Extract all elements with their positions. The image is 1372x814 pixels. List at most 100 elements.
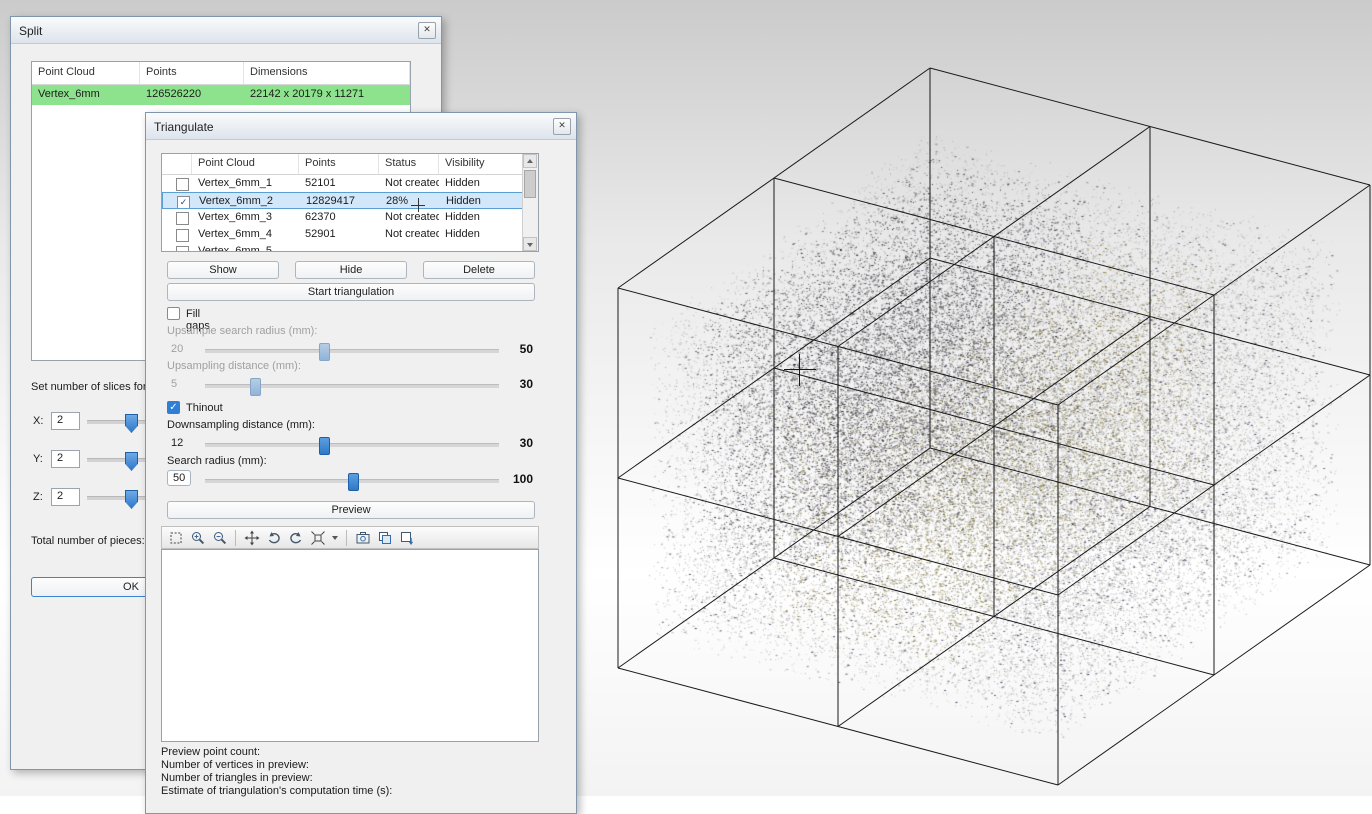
start-triangulation-button[interactable]: Start triangulation: [167, 283, 535, 301]
split-col-point-cloud: Point Cloud: [32, 62, 140, 84]
fill-gaps-checkbox[interactable]: [167, 307, 180, 320]
scroll-up-icon[interactable]: [523, 154, 537, 168]
thinout-checkbox[interactable]: ✓: [167, 401, 180, 414]
axis-y-label: Y:: [33, 453, 43, 465]
cell-visibility: Hidden: [439, 175, 523, 192]
cell-points: 52901: [299, 226, 379, 243]
table-scrollbar[interactable]: [522, 154, 538, 251]
slider-thumb[interactable]: [250, 378, 261, 396]
preview-stats: Preview point count: Number of vertices …: [161, 746, 392, 798]
axis-z-slider-thumb[interactable]: [125, 490, 138, 509]
upsampling-distance-slider[interactable]: 5 30: [167, 375, 535, 393]
cell-status: Not created: [379, 209, 439, 226]
copy-view-icon[interactable]: [375, 529, 394, 547]
cell-visibility: [439, 243, 523, 252]
preview-point-count-label: Preview point count:: [161, 746, 392, 759]
slider-thumb[interactable]: [348, 473, 359, 491]
preview-vertices-label: Number of vertices in preview:: [161, 759, 392, 772]
rotate-cw-icon[interactable]: [286, 529, 305, 547]
split-col-points: Points: [140, 62, 244, 84]
slider-track[interactable]: [205, 443, 499, 447]
axis-x-label: X:: [33, 415, 43, 427]
fit-view-dropdown-icon[interactable]: [332, 536, 338, 540]
table-row[interactable]: Vertex_6mm_1 52101 Not created Hidden: [162, 175, 523, 192]
col-status: Status: [379, 154, 439, 174]
col-checkbox: [162, 154, 192, 174]
cell-points: 62370: [299, 209, 379, 226]
cell-status: Not created: [379, 175, 439, 192]
cell-point-cloud: Vertex_6mm: [32, 85, 140, 105]
slider-max: 100: [513, 472, 533, 486]
split-table-row[interactable]: Vertex_6mm 126526220 22142 x 20179 x 112…: [32, 85, 410, 105]
search-radius-slider[interactable]: 50 100: [167, 470, 535, 488]
scroll-down-icon[interactable]: [523, 237, 537, 251]
cell-point-cloud: Vertex_6mm_5: [192, 243, 299, 252]
preview-toolbar: [161, 526, 539, 549]
cell-visibility: Hidden: [439, 209, 523, 226]
scrollbar-thumb[interactable]: [524, 170, 536, 198]
axis-x-slider-thumb[interactable]: [125, 414, 138, 433]
hide-button[interactable]: Hide: [295, 261, 407, 279]
slider-track[interactable]: [205, 349, 499, 353]
table-row[interactable]: Vertex_6mm_4 52901 Not created Hidden: [162, 226, 523, 243]
cell-status: Not created: [379, 226, 439, 243]
axis-z-value[interactable]: 2: [51, 488, 80, 506]
axis-y-slider-thumb[interactable]: [125, 452, 138, 471]
col-point-cloud: Point Cloud: [192, 154, 299, 174]
split-titlebar[interactable]: Split ✕: [11, 17, 441, 44]
slider-value: 20: [171, 343, 183, 355]
triangulate-dialog-title: Triangulate: [154, 120, 214, 134]
triangulate-titlebar[interactable]: Triangulate ✕: [146, 113, 576, 140]
table-row[interactable]: Vertex_6mm_3 62370 Not created Hidden: [162, 209, 523, 226]
split-close-button[interactable]: ✕: [418, 22, 436, 39]
cell-points: 52101: [299, 175, 379, 192]
preview-button[interactable]: Preview: [167, 501, 535, 519]
slider-value: 12: [171, 437, 183, 449]
slider-value[interactable]: 50: [167, 470, 191, 486]
split-table-header: Point Cloud Points Dimensions: [32, 62, 410, 85]
axis-x-value[interactable]: 2: [51, 412, 80, 430]
slider-thumb[interactable]: [319, 437, 330, 455]
split-col-dimensions: Dimensions: [244, 62, 410, 84]
slider-max: 30: [520, 436, 533, 450]
table-row-selected[interactable]: ✓ Vertex_6mm_2 12829417 28% Hidden: [162, 192, 523, 209]
triangulate-dialog: Triangulate ✕ Point Cloud Points Status …: [145, 112, 577, 814]
cell-status: 28%: [380, 193, 440, 208]
toolbar-separator: [346, 530, 347, 546]
triangulate-table[interactable]: Point Cloud Points Status Visibility Ver…: [161, 153, 539, 252]
zoom-out-icon[interactable]: [210, 529, 229, 547]
slider-track[interactable]: [205, 384, 499, 388]
screenshot-icon[interactable]: [353, 529, 372, 547]
rotate-ccw-icon[interactable]: [264, 529, 283, 547]
fit-view-icon[interactable]: [308, 529, 327, 547]
slider-value: 5: [171, 378, 177, 390]
upsample-radius-slider[interactable]: 20 50: [167, 340, 535, 358]
slider-track[interactable]: [205, 479, 499, 483]
slider-thumb[interactable]: [319, 343, 330, 361]
col-visibility: Visibility: [439, 154, 523, 174]
triangulation-preview-area[interactable]: [161, 549, 539, 742]
row-checkbox[interactable]: [176, 212, 189, 225]
table-row[interactable]: Vertex_6mm_5: [162, 243, 523, 252]
row-checkbox[interactable]: [176, 229, 189, 242]
upsampling-distance-label: Upsampling distance (mm):: [167, 360, 301, 372]
zoom-in-icon[interactable]: [188, 529, 207, 547]
total-pieces-label: Total number of pieces:: [31, 535, 145, 547]
cell-points: 12829417: [300, 193, 380, 208]
axis-y-value[interactable]: 2: [51, 450, 80, 468]
row-checkbox[interactable]: [176, 178, 189, 191]
cell-dimensions: 22142 x 20179 x 11271: [244, 85, 410, 105]
delete-button[interactable]: Delete: [423, 261, 535, 279]
toolbar-separator: [235, 530, 236, 546]
pan-icon[interactable]: [242, 529, 261, 547]
axis-z-label: Z:: [33, 491, 43, 503]
select-region-icon[interactable]: [166, 529, 185, 547]
show-button[interactable]: Show: [167, 261, 279, 279]
row-checkbox[interactable]: ✓: [177, 196, 190, 208]
triangulate-close-button[interactable]: ✕: [553, 118, 571, 135]
row-checkbox[interactable]: [176, 246, 189, 252]
downsampling-distance-slider[interactable]: 12 30: [167, 434, 535, 452]
search-radius-label: Search radius (mm):: [167, 455, 267, 467]
thinout-label: Thinout: [186, 402, 223, 414]
save-view-icon[interactable]: [397, 529, 416, 547]
